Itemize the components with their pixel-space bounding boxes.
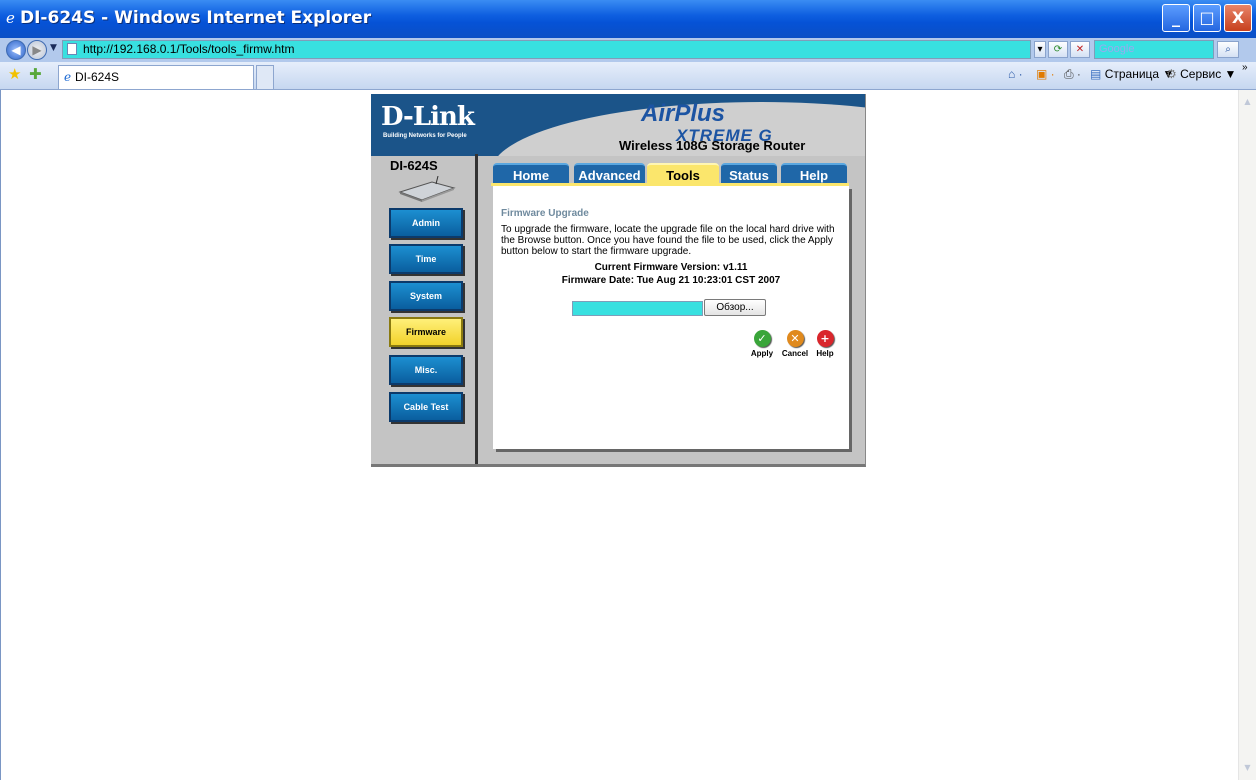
dlink-tagline: Building Networks for People bbox=[383, 133, 467, 139]
refresh-button[interactable]: ⟳ bbox=[1048, 41, 1068, 58]
nav-history-dropdown-icon[interactable]: ▼ bbox=[50, 43, 57, 53]
stop-button[interactable]: ✕ bbox=[1070, 41, 1090, 58]
title-bar: e DI-624S - Windows Internet Explorer _ … bbox=[0, 0, 1256, 38]
router-panel: D-Link Building Networks for People AirP… bbox=[371, 94, 866, 467]
page-menu-icon: ▤ bbox=[1090, 67, 1102, 81]
current-firmware-version: Current Firmware Version: v1.11 bbox=[594, 262, 748, 273]
tab-status[interactable]: Status bbox=[721, 163, 777, 185]
chevron-more-icon[interactable]: » bbox=[1242, 62, 1248, 73]
close-button[interactable]: X bbox=[1224, 4, 1252, 32]
help-plus-icon: + bbox=[816, 330, 834, 347]
feeds-icon[interactable]: ▣ · bbox=[1036, 67, 1055, 81]
scroll-down-icon[interactable]: ▼ bbox=[1242, 762, 1253, 774]
firmware-file-input[interactable] bbox=[572, 301, 703, 316]
vertical-scrollbar[interactable]: ▲ ▼ bbox=[1238, 90, 1256, 780]
page-menu[interactable]: ▤ Страница ▼ bbox=[1090, 67, 1174, 81]
model-name: DI-624S bbox=[390, 158, 438, 173]
airplus-logo: AirPlus bbox=[641, 100, 726, 127]
sidebar-item-time[interactable]: Time bbox=[389, 244, 463, 274]
forward-button[interactable]: ▶ bbox=[27, 40, 47, 60]
address-dropdown-button[interactable]: ▾ bbox=[1034, 41, 1046, 58]
browse-button[interactable]: Обзор... bbox=[704, 299, 766, 316]
address-input[interactable]: http://192.168.0.1/Tools/tools_firmw.htm bbox=[62, 40, 1031, 59]
tab-row: ★ ✚ e DI-624S ⌂ · ▣ · ⎙ · ▤ Страница ▼ ⚙… bbox=[0, 62, 1256, 90]
tab-tools[interactable]: Tools bbox=[647, 163, 719, 185]
sidebar-item-misc[interactable]: Misc. bbox=[389, 355, 463, 385]
add-favorite-icon[interactable]: ✚ bbox=[29, 66, 42, 82]
minimize-button[interactable]: _ bbox=[1162, 4, 1190, 32]
instructions-text: To upgrade the firmware, locate the upgr… bbox=[501, 224, 835, 257]
tab-current[interactable]: e DI-624S bbox=[58, 65, 254, 89]
print-icon[interactable]: ⎙ · bbox=[1064, 67, 1081, 82]
home-icon[interactable]: ⌂ · bbox=[1008, 67, 1023, 81]
router-device-icon bbox=[398, 176, 456, 202]
sidebar-item-cable-test[interactable]: Cable Test bbox=[389, 392, 463, 422]
sidebar-item-admin[interactable]: Admin bbox=[389, 208, 463, 238]
sidebar-item-firmware[interactable]: Firmware bbox=[389, 317, 463, 347]
ie-tab-icon: e bbox=[64, 70, 72, 84]
page-heading: Firmware Upgrade bbox=[501, 208, 589, 219]
tab-help[interactable]: Help bbox=[781, 163, 847, 185]
maximize-button[interactable]: □ bbox=[1193, 4, 1221, 32]
tab-advanced[interactable]: Advanced bbox=[574, 163, 645, 185]
address-url[interactable]: http://192.168.0.1/Tools/tools_firmw.htm bbox=[83, 42, 294, 56]
address-bar-row: ◀ ▶ ▼ http://192.168.0.1/Tools/tools_fir… bbox=[0, 38, 1256, 62]
back-button[interactable]: ◀ bbox=[6, 40, 26, 60]
new-tab-button[interactable] bbox=[256, 65, 274, 89]
help-button[interactable]: + Help bbox=[807, 330, 843, 358]
scroll-up-icon[interactable]: ▲ bbox=[1242, 96, 1253, 108]
product-title: Wireless 108G Storage Router bbox=[619, 138, 806, 153]
sidebar-item-system[interactable]: System bbox=[389, 281, 463, 311]
gear-icon: ⚙ bbox=[1166, 67, 1177, 81]
sidebar-divider bbox=[475, 154, 478, 464]
firmware-date: Firmware Date: Tue Aug 21 10:23:01 CST 2… bbox=[561, 275, 781, 286]
tab-home[interactable]: Home bbox=[493, 163, 569, 185]
tools-menu[interactable]: ⚙ Сервис ▼ bbox=[1166, 67, 1236, 81]
content-panel: Firmware Upgrade To upgrade the firmware… bbox=[493, 186, 849, 449]
check-icon: ✓ bbox=[753, 330, 771, 347]
page-icon bbox=[67, 43, 77, 55]
dlink-logo: D-Link bbox=[381, 102, 475, 132]
search-input[interactable]: Google bbox=[1094, 40, 1214, 59]
window-title: DI-624S - Windows Internet Explorer bbox=[20, 8, 372, 28]
cancel-x-icon: ✕ bbox=[786, 330, 804, 347]
search-button[interactable]: ⌕ bbox=[1217, 41, 1239, 58]
favorites-star-icon[interactable]: ★ bbox=[8, 66, 21, 82]
apply-button[interactable]: ✓ Apply bbox=[744, 330, 780, 358]
